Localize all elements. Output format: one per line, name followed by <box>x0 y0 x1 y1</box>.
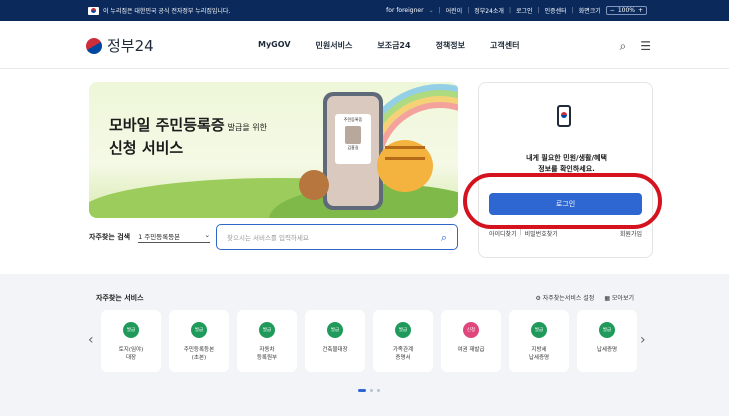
main-nav: MyGOV 민원서비스 보조금24 정책정보 고객센터 <box>258 40 519 51</box>
service-card[interactable]: 발급납세증명 <box>577 310 637 372</box>
prev-arrow-icon[interactable]: ‹ <box>88 332 94 348</box>
login-description: 내게 필요한 민원/생활/혜택 정보를 확인하세요. <box>479 153 654 175</box>
service-card[interactable]: 발급건축물대장 <box>305 310 365 372</box>
id-photo <box>345 126 361 144</box>
service-badge: 발급 <box>123 322 139 338</box>
link-kids[interactable]: 어린이 <box>446 6 463 15</box>
gov-notice-text[interactable]: 이 누리집은 대한민국 공식 전자정부 누리집입니다. <box>103 6 230 15</box>
id-card-title: 주민등록증 <box>343 117 363 122</box>
service-search-input[interactable]: 찾으시는 서비스를 입력하세요 ⌕ <box>216 224 458 250</box>
service-badge: 발급 <box>599 322 615 338</box>
nav-civil-service[interactable]: 민원서비스 <box>316 40 353 51</box>
main-banner[interactable]: 모바일 주민등록증 발급을 위한 신청 서비스 주민등록증 김홍길 <box>89 82 458 218</box>
red-highlight-circle <box>463 173 662 229</box>
service-card[interactable]: 발급자동차 등록원부 <box>237 310 297 372</box>
carousel-pager <box>358 389 380 392</box>
link-login[interactable]: 로그인 <box>516 6 533 15</box>
link-foreigner[interactable]: for foreigner <box>386 7 423 14</box>
service-card[interactable]: 신청여권 재발급 <box>441 310 501 372</box>
service-badge: 발급 <box>531 322 547 338</box>
pager-dot-active[interactable] <box>358 389 366 392</box>
link-about[interactable]: 정부24소개 <box>474 6 504 15</box>
banner-line2: 신청 서비스 <box>109 139 184 157</box>
zoom-label: 화면크기 <box>578 8 601 15</box>
search-placeholder: 찾으시는 서비스를 입력하세요 <box>227 234 309 242</box>
service-badge: 발급 <box>259 322 275 338</box>
phone-illustration: 주민등록증 김홍길 <box>323 92 383 210</box>
zoom-in-button[interactable]: + <box>638 7 643 14</box>
pager-dot[interactable] <box>377 389 380 392</box>
nav-mygov[interactable]: MyGOV <box>258 40 291 51</box>
search-label: 자주찾는 검색 <box>89 233 131 241</box>
service-cards: 발급 토지(임야) 대장 발급 주민등록등본 (초본) 발급 자동차 등록원부 발급 건축물대… <box>101 310 637 372</box>
view-all-link[interactable]: ▦ 모아보기 <box>604 293 634 302</box>
settings-link[interactable]: ⚙ 자주찾는서비스 설정 <box>535 293 594 302</box>
link-cert[interactable]: 인증센터 <box>545 6 567 15</box>
site-header: 정부24 MyGOV 민원서비스 보조금24 정책정보 고객센터 ⌕ ☰ <box>0 21 729 69</box>
chevron-down-icon: ⌄ <box>204 231 211 239</box>
next-arrow-icon[interactable]: › <box>640 332 646 348</box>
service-label: 자동차 등록원부 <box>256 347 278 361</box>
service-badge: 신청 <box>463 322 479 338</box>
service-label: 주민등록등본 (초본) <box>183 347 215 361</box>
login-links: 아이디찾기 | 비밀번호찾기 회원가입 <box>489 229 642 238</box>
service-label: 납세증명 <box>596 347 618 353</box>
service-badge: 발급 <box>327 322 343 338</box>
frequent-search-select[interactable]: 1 주민등록등본 ⌄ <box>138 231 211 243</box>
id-card-name: 김홍길 <box>347 145 359 150</box>
zoom-out-button[interactable]: − <box>610 7 615 14</box>
select-value: 1 주민등록등본 <box>138 233 181 241</box>
header-icons: ⌕ ☰ <box>620 39 652 54</box>
nav-policy[interactable]: 정책정보 <box>436 40 465 51</box>
logo-text: 정부24 <box>107 37 154 55</box>
login-desc-line1: 내게 필요한 민원/생활/혜택 <box>526 154 607 162</box>
mobile-id-icon <box>557 105 571 127</box>
find-password-link[interactable]: 비밀번호찾기 <box>525 229 558 238</box>
utility-links: for foreigner ⌄ | 어린이 | 정부24소개 | 로그인 | 인증… <box>386 6 647 15</box>
top-utility-bar: 이 누리집은 대한민국 공식 전자정부 누리집입니다. for foreigne… <box>0 0 729 21</box>
service-card[interactable]: 발급가족관계 증명서 <box>373 310 433 372</box>
banner-title: 모바일 주민등록증 발급을 위한 신청 서비스 <box>109 115 267 158</box>
search-submit-icon[interactable]: ⌕ <box>441 231 447 245</box>
frequent-services-section: 자주찾는 서비스 ⚙ 자주찾는서비스 설정 ▦ 모아보기 ‹ 발급토지(임야) … <box>0 274 729 416</box>
service-card[interactable]: 발급주민등록등본 (초본) <box>169 310 229 372</box>
section-title: 자주찾는 서비스 <box>96 294 144 302</box>
service-card[interactable]: 발급지방세 납세증명 <box>509 310 569 372</box>
id-card-illustration: 주민등록증 김홍길 <box>335 114 371 164</box>
service-label: 지방세 납세증명 <box>528 347 550 361</box>
owl-character-illustration <box>299 170 329 200</box>
signup-link[interactable]: 회원가입 <box>620 229 642 238</box>
korea-flag-icon <box>88 6 99 15</box>
banner-line1-suffix: 발급을 위한 <box>227 123 267 132</box>
tiger-character-illustration <box>377 140 433 192</box>
search-icon[interactable]: ⌕ <box>620 39 627 54</box>
find-id-link[interactable]: 아이디찾기 <box>489 229 517 238</box>
banner-line1: 모바일 주민등록증 <box>109 116 225 134</box>
service-label: 여권 재발급 <box>457 347 485 353</box>
nav-customer-center[interactable]: 고객센터 <box>490 40 519 51</box>
service-label: 건축물대장 <box>322 347 348 353</box>
service-badge: 발급 <box>395 322 411 338</box>
gov-notice: 이 누리집은 대한민국 공식 전자정부 누리집입니다. <box>88 6 230 15</box>
taegeuk-logo-icon <box>86 37 102 54</box>
site-logo[interactable]: 정부24 <box>86 35 154 56</box>
frequent-search: 자주찾는 검색 1 주민등록등본 ⌄ 찾으시는 서비스를 입력하세요 ⌕ <box>89 224 458 250</box>
menu-icon[interactable]: ☰ <box>640 39 651 54</box>
zoom-control: − 100% + <box>605 6 647 15</box>
section-actions: ⚙ 자주찾는서비스 설정 ▦ 모아보기 <box>535 293 634 302</box>
pager-dot[interactable] <box>370 389 373 392</box>
login-card: 내게 필요한 민원/생활/혜택 정보를 확인하세요. 로그인 아이디찾기 | 비… <box>478 82 653 258</box>
service-label: 토지(임야) 대장 <box>118 347 144 361</box>
service-badge: 발급 <box>191 322 207 338</box>
zoom-level: 100% <box>617 7 635 14</box>
service-label: 가족관계 증명서 <box>392 347 414 361</box>
service-card[interactable]: 발급토지(임야) 대장 <box>101 310 161 372</box>
nav-subsidy[interactable]: 보조금24 <box>377 40 410 51</box>
